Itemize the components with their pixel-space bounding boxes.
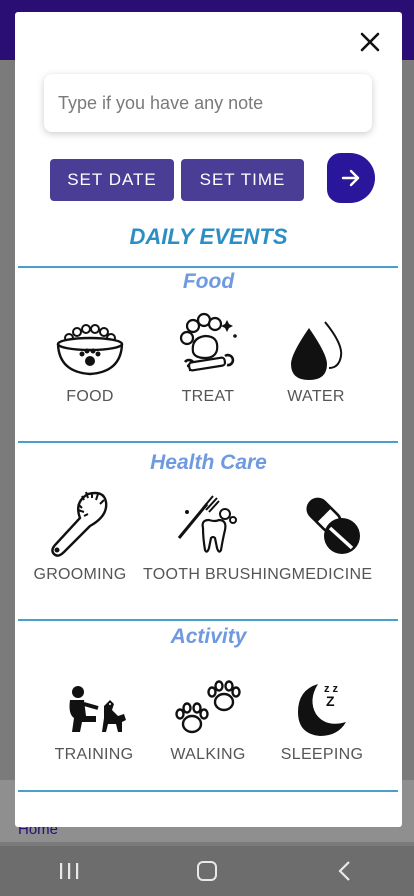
event-tooth-brushing[interactable]: TOOTH BRUSHING <box>143 486 292 584</box>
bone-treat-icon <box>179 312 237 372</box>
dialog-title: DAILY EVENTS <box>129 224 288 249</box>
back-icon <box>338 861 350 881</box>
event-tooth-brushing-label: TOOTH BRUSHING <box>143 566 292 583</box>
water-drop-icon <box>291 321 343 380</box>
set-date-button[interactable]: SET DATE <box>50 159 174 201</box>
event-walking-label: WALKING <box>170 746 246 763</box>
separator <box>18 266 398 268</box>
event-medicine-label: MEDICINE <box>291 566 373 583</box>
note-input[interactable] <box>44 74 372 132</box>
event-water[interactable]: WATER <box>251 308 381 406</box>
close-button[interactable] <box>356 28 384 56</box>
close-icon <box>360 32 380 52</box>
event-grooming[interactable]: GROOMING <box>15 486 145 584</box>
section-title-food: Food <box>182 270 235 293</box>
section-title-activity: Activity <box>170 625 247 648</box>
home-button[interactable] <box>177 851 237 891</box>
daily-events-dialog: SET DATE SET TIME DAILY EVENTS Food <box>15 12 402 827</box>
arrow-right-icon <box>341 169 360 187</box>
set-time-button[interactable]: SET TIME <box>181 159 304 201</box>
event-grooming-label: GROOMING <box>33 566 127 583</box>
event-sleeping-label: SLEEPING <box>280 746 364 763</box>
recent-apps-button[interactable] <box>39 851 99 891</box>
system-nav-bar <box>0 846 414 896</box>
separator <box>18 790 398 792</box>
note-field <box>44 74 372 132</box>
home-icon <box>197 861 217 881</box>
food-bowl-icon <box>56 324 124 376</box>
event-training[interactable]: TRAINING <box>29 666 159 764</box>
event-food-label: FOOD <box>66 388 114 405</box>
back-button[interactable] <box>315 851 375 891</box>
training-icon <box>69 686 126 732</box>
event-medicine[interactable]: MEDICINE <box>267 486 397 584</box>
event-walking[interactable]: WALKING <box>143 666 273 764</box>
paw-prints-icon <box>175 680 241 734</box>
event-training-label: TRAINING <box>54 746 134 763</box>
pill-icon <box>306 497 360 554</box>
separator <box>18 441 398 443</box>
separator <box>18 619 398 621</box>
brush-icon <box>51 491 108 557</box>
moon-sleep-icon: z z Z <box>298 683 346 736</box>
submit-button[interactable] <box>327 153 375 203</box>
recent-apps-icon <box>60 863 79 879</box>
event-sleeping[interactable]: z z Z SLEEPING <box>257 666 387 764</box>
section-title-health-care: Health Care <box>150 451 267 474</box>
event-food[interactable]: FOOD <box>25 308 155 406</box>
event-water-label: WATER <box>287 388 345 405</box>
svg-text:Z: Z <box>326 693 335 709</box>
toothbrush-icon <box>177 495 237 553</box>
